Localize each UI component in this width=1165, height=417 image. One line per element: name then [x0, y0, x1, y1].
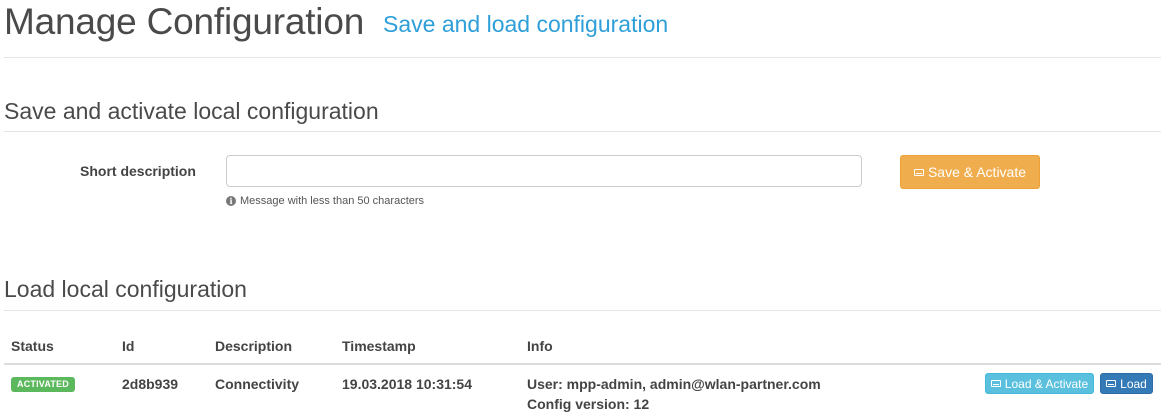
hdd-icon — [913, 168, 924, 176]
table-header-divider — [4, 363, 1161, 365]
page-title: Manage Configuration — [4, 1, 365, 42]
load-button[interactable]: Load — [1100, 373, 1153, 394]
config-id: 2d8b939 — [122, 376, 179, 392]
load-activate-label: Load & Activate — [1004, 376, 1089, 391]
save-section-divider — [4, 131, 1161, 132]
status-badge: ACTIVATED — [11, 377, 75, 392]
help-text: Message with less than 50 characters — [240, 195, 425, 207]
save-activate-button[interactable]: Save & Activate — [900, 155, 1040, 189]
short-description-input[interactable] — [226, 155, 862, 187]
page-subtitle: Save and load configuration — [383, 11, 669, 37]
column-header-status: Status — [11, 338, 54, 354]
hdd-icon — [1106, 380, 1117, 387]
load-section-divider — [4, 310, 1161, 311]
column-header-info: Info — [527, 338, 553, 354]
config-description: Connectivity — [215, 376, 300, 392]
config-timestamp: 19.03.2018 10:31:54 — [342, 376, 472, 392]
load-label: Load — [1120, 376, 1147, 391]
config-info-version: Config version: 12 — [527, 396, 650, 412]
short-description-help: i Message with less than 50 characters — [226, 195, 424, 207]
save-section-title: Save and activate local configuration — [4, 98, 379, 124]
column-header-id: Id — [122, 338, 135, 354]
column-header-timestamp: Timestamp — [342, 338, 416, 354]
load-section-title: Load local configuration — [4, 276, 247, 302]
save-activate-label: Save & Activate — [927, 164, 1027, 180]
short-description-label: Short description — [80, 163, 196, 179]
page-header: Manage Configuration Save and load confi… — [4, 0, 1161, 58]
column-header-description: Description — [215, 338, 293, 354]
hdd-icon — [990, 380, 1001, 387]
config-info-user: User: mpp-admin, admin@wlan-partner.com — [527, 376, 821, 392]
load-activate-button[interactable]: Load & Activate — [985, 373, 1094, 394]
info-circle-icon: i — [226, 196, 236, 206]
